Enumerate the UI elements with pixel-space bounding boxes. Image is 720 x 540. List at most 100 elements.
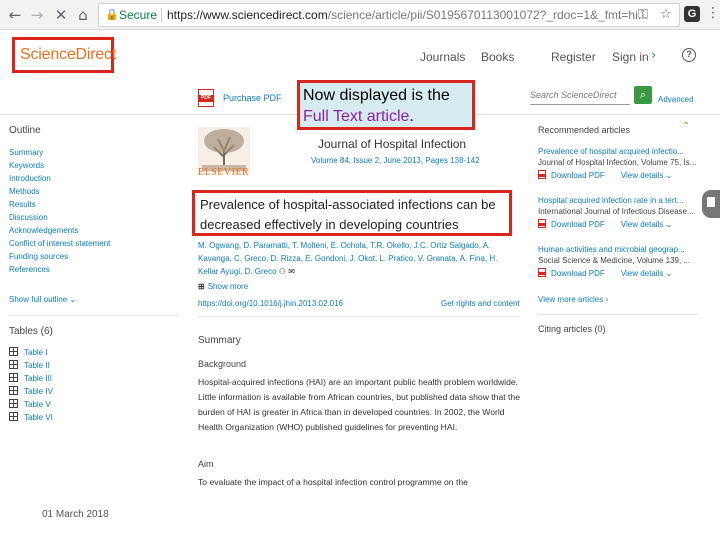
- citing-articles[interactable]: Citing articles (0): [538, 324, 606, 334]
- person-icon: ⚇: [278, 267, 286, 276]
- table-link[interactable]: Table IV: [9, 385, 53, 398]
- table-icon: [9, 347, 18, 356]
- forward-arrow-icon[interactable]: →: [28, 6, 46, 24]
- secure-label: Secure: [119, 8, 158, 22]
- article-title: Prevalence of hospital-associated infect…: [200, 197, 496, 232]
- outline-item[interactable]: References: [9, 263, 110, 276]
- outline-item[interactable]: Results: [9, 198, 110, 211]
- background-heading: Background: [198, 359, 247, 369]
- doi-link[interactable]: https://doi.org/10.1016/j.jhin.2013.02.0…: [198, 299, 343, 308]
- nav-register[interactable]: Register: [551, 50, 596, 64]
- pdf-icon: [538, 268, 546, 277]
- article-divider: [198, 316, 520, 317]
- table-icon: [9, 386, 18, 395]
- recommended-source: International Journal of Infectious Dise…: [538, 207, 694, 216]
- recommended-heading: Recommended articles: [538, 125, 631, 135]
- recommended-item: Prevalence of hospital acquired infectio…: [538, 146, 698, 182]
- plus-icon: ⊞: [198, 282, 205, 291]
- address-bar[interactable]: 🔒 Secure https://www.sciencedirect.com/s…: [98, 3, 680, 27]
- email-icon: ✉: [288, 267, 295, 276]
- recommended-item: Human activities and microbial geograp..…: [538, 244, 698, 280]
- view-details-link[interactable]: View details ⌄: [621, 269, 672, 278]
- outline-item[interactable]: Summary: [9, 146, 110, 159]
- outline-item[interactable]: Methods: [9, 185, 110, 198]
- table-link[interactable]: Table VI: [9, 411, 53, 424]
- url-text: https://www.sciencedirect.com/science/ar…: [167, 8, 648, 22]
- journal-issue-link[interactable]: Volume 84, Issue 2, June 2013, Pages 138…: [311, 156, 480, 165]
- outline-item[interactable]: Keywords: [9, 159, 110, 172]
- key-icon[interactable]: ⚿: [638, 6, 648, 24]
- star-icon[interactable]: ☆: [660, 6, 672, 24]
- recommended-title-link[interactable]: Human activities and microbial geograp..…: [538, 244, 698, 255]
- outline-item[interactable]: Conflict of interest statement: [9, 237, 110, 250]
- purchase-pdf-link[interactable]: Purchase PDF: [223, 93, 282, 103]
- lock-icon: [707, 197, 715, 207]
- stop-loading-icon[interactable]: ✕: [52, 6, 70, 24]
- chevron-down-icon: ⌄: [665, 220, 673, 229]
- chevron-right-icon: ›: [605, 295, 609, 304]
- table-link[interactable]: Table V: [9, 398, 53, 411]
- chevron-down-icon: ⌄: [665, 171, 673, 180]
- menu-icon[interactable]: ⋮: [706, 5, 720, 21]
- feedback-tab[interactable]: [702, 190, 720, 218]
- author-list[interactable]: M. Ogwang, D. Paramatti, T. Molteni, E. …: [198, 239, 518, 278]
- chevron-right-icon[interactable]: ›: [651, 48, 656, 63]
- nav-books[interactable]: Books: [481, 50, 514, 64]
- help-icon[interactable]: ?: [682, 48, 696, 62]
- aim-heading: Aim: [198, 459, 214, 469]
- get-rights-link[interactable]: Get rights and content: [441, 299, 520, 308]
- tables-list: Table I Table II Table III Table IV Tabl…: [9, 346, 53, 424]
- download-pdf-link[interactable]: Download PDF: [551, 171, 605, 180]
- pdf-icon: [538, 170, 546, 179]
- chevron-up-icon[interactable]: ⌃: [682, 121, 690, 132]
- recommended-source: Journal of Hospital Infection, Volume 75…: [538, 158, 697, 167]
- nav-journals[interactable]: Journals: [420, 50, 465, 64]
- outline-list: Summary Keywords Introduction Methods Re…: [9, 146, 110, 276]
- show-full-outline-link[interactable]: Show full outline ⌄: [9, 295, 76, 304]
- outline-item[interactable]: Discussion: [9, 211, 110, 224]
- sciencedirect-logo[interactable]: ScienceDirect: [20, 46, 116, 64]
- address-divider: [161, 8, 162, 22]
- lock-icon: 🔒: [105, 8, 119, 21]
- home-icon[interactable]: ⌂: [74, 6, 92, 24]
- table-link[interactable]: Table II: [9, 359, 53, 372]
- nav-sign-in[interactable]: Sign in: [612, 50, 649, 64]
- table-link[interactable]: Table I: [9, 346, 53, 359]
- logo-highlight-box: ScienceDirect: [12, 37, 116, 73]
- outline-item[interactable]: Acknowledgements: [9, 224, 110, 237]
- download-pdf-link[interactable]: Download PDF: [551, 269, 605, 278]
- recommended-item: Hospital acquired infection rate in a te…: [538, 195, 698, 231]
- recommended-title-link[interactable]: Hospital acquired infection rate in a te…: [538, 195, 698, 206]
- journal-title-link[interactable]: Journal of Hospital Infection: [318, 137, 466, 151]
- recommended-title-link[interactable]: Prevalence of hospital acquired infectio…: [538, 146, 698, 157]
- table-link[interactable]: Table III: [9, 372, 53, 385]
- advanced-search-link[interactable]: Advanced: [658, 95, 694, 104]
- callout-highlight: Full Text article: [303, 108, 410, 125]
- search-input[interactable]: [530, 85, 630, 105]
- view-details-link[interactable]: View details ⌄: [621, 171, 672, 180]
- summary-heading: Summary: [198, 335, 241, 346]
- table-icon: [9, 373, 18, 382]
- view-more-articles-link[interactable]: View more articles ›: [538, 295, 609, 304]
- extension-icon[interactable]: G: [684, 6, 700, 22]
- chevron-down-icon: ⌄: [69, 295, 77, 304]
- annotation-callout: Now displayed is the Full Text article.: [297, 80, 475, 130]
- recommended-source: Social Science & Medicine, Volume 139, .…: [538, 256, 691, 265]
- outline-item[interactable]: Funding sources: [9, 250, 110, 263]
- background-paragraph: Hospital-acquired infections (HAI) are a…: [198, 377, 520, 432]
- pdf-icon[interactable]: PDF: [198, 89, 214, 107]
- view-details-link[interactable]: View details ⌄: [621, 220, 672, 229]
- slide-date: 01 March 2018: [42, 509, 109, 520]
- callout-text: Now displayed is the: [303, 87, 450, 104]
- publisher-name: ELSEVIER: [198, 167, 250, 178]
- show-more-link[interactable]: ⊞ Show more: [198, 282, 248, 291]
- chevron-down-icon: ⌄: [665, 269, 673, 278]
- search-icon[interactable]: ⌕: [634, 86, 652, 104]
- back-arrow-icon[interactable]: ←: [6, 6, 24, 24]
- sidebar-divider: [538, 314, 698, 315]
- outline-divider: [9, 315, 179, 316]
- outline-item[interactable]: Introduction: [9, 172, 110, 185]
- download-pdf-link[interactable]: Download PDF: [551, 220, 605, 229]
- table-icon: [9, 399, 18, 408]
- browser-toolbar: ← → ✕ ⌂ 🔒 Secure https://www.sciencedire…: [0, 0, 720, 30]
